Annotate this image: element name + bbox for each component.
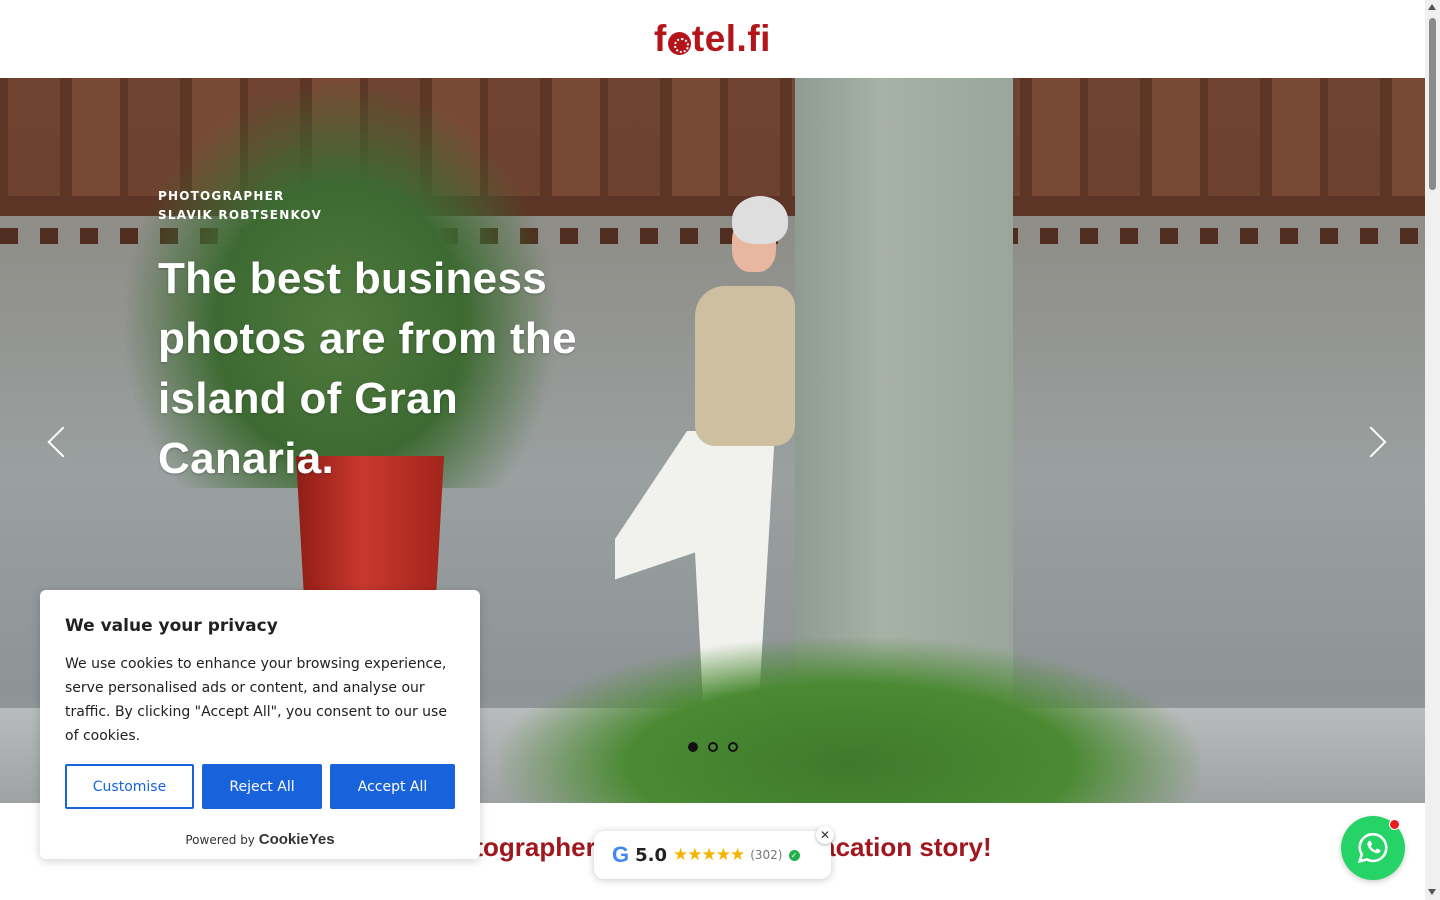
whatsapp-icon <box>1357 832 1388 864</box>
scroll-down-arrow-icon[interactable] <box>1428 889 1436 895</box>
review-count: (302) <box>750 848 783 862</box>
woman-sweater <box>695 286 795 446</box>
close-rating-icon[interactable]: ✕ <box>816 826 834 844</box>
slider-dot-1[interactable] <box>688 742 698 752</box>
cookie-title: We value your privacy <box>65 616 278 636</box>
google-icon: G <box>612 842 630 867</box>
cookieyes-logo[interactable]: CookieYes <box>259 831 335 848</box>
hero-eyebrow: PHOTOGRAPHER SLAVIK ROBTSENKOV <box>158 187 578 225</box>
logo-text-start: f <box>654 18 667 59</box>
slider-prev-arrow-icon[interactable] <box>40 425 70 459</box>
page-scrollbar[interactable] <box>1425 0 1440 900</box>
site-header: f tel.fi <box>0 0 1425 78</box>
woman-hair <box>732 196 788 244</box>
notification-badge <box>1389 819 1400 830</box>
google-rating-widget[interactable]: G 5.0 ★★★★★ (302) ✓ <box>594 831 831 879</box>
customise-button[interactable]: Customise <box>65 764 194 809</box>
powered-by: Powered by CookieYes <box>65 831 455 848</box>
cookie-consent-banner: We value your privacy We use cookies to … <box>40 590 480 859</box>
scroll-up-arrow-icon[interactable] <box>1428 4 1436 10</box>
slider-pagination <box>688 742 738 752</box>
bush-image <box>500 638 1200 803</box>
eyebrow-line-1: PHOTOGRAPHER <box>158 189 285 203</box>
powered-by-label: Powered by <box>185 833 255 847</box>
slider-next-arrow-icon[interactable] <box>1360 425 1390 459</box>
reject-all-button[interactable]: Reject All <box>202 764 322 809</box>
hero-title: The best business photos are from the is… <box>158 254 577 483</box>
accept-all-button[interactable]: Accept All <box>330 764 455 809</box>
hero-caption: PHOTOGRAPHER SLAVIK ROBTSENKOV The best … <box>158 187 578 489</box>
eyebrow-line-2: SLAVIK ROBTSENKOV <box>158 208 322 222</box>
cookie-text: We use cookies to enhance your browsing … <box>65 656 447 744</box>
slider-dot-2[interactable] <box>708 742 718 752</box>
logo-text-end: tel.fi <box>691 18 771 59</box>
camera-lens-icon <box>667 31 691 55</box>
star-rating-icon: ★★★★★ <box>673 845 745 865</box>
rating-score: 5.0 <box>635 844 668 866</box>
cookie-buttons: Customise Reject All Accept All <box>65 764 455 809</box>
whatsapp-chat-button[interactable] <box>1341 816 1405 880</box>
slider-dot-3[interactable] <box>728 742 738 752</box>
verified-check-icon: ✓ <box>788 849 800 861</box>
site-logo[interactable]: f tel.fi <box>654 18 771 60</box>
scrollbar-thumb[interactable] <box>1429 18 1436 190</box>
